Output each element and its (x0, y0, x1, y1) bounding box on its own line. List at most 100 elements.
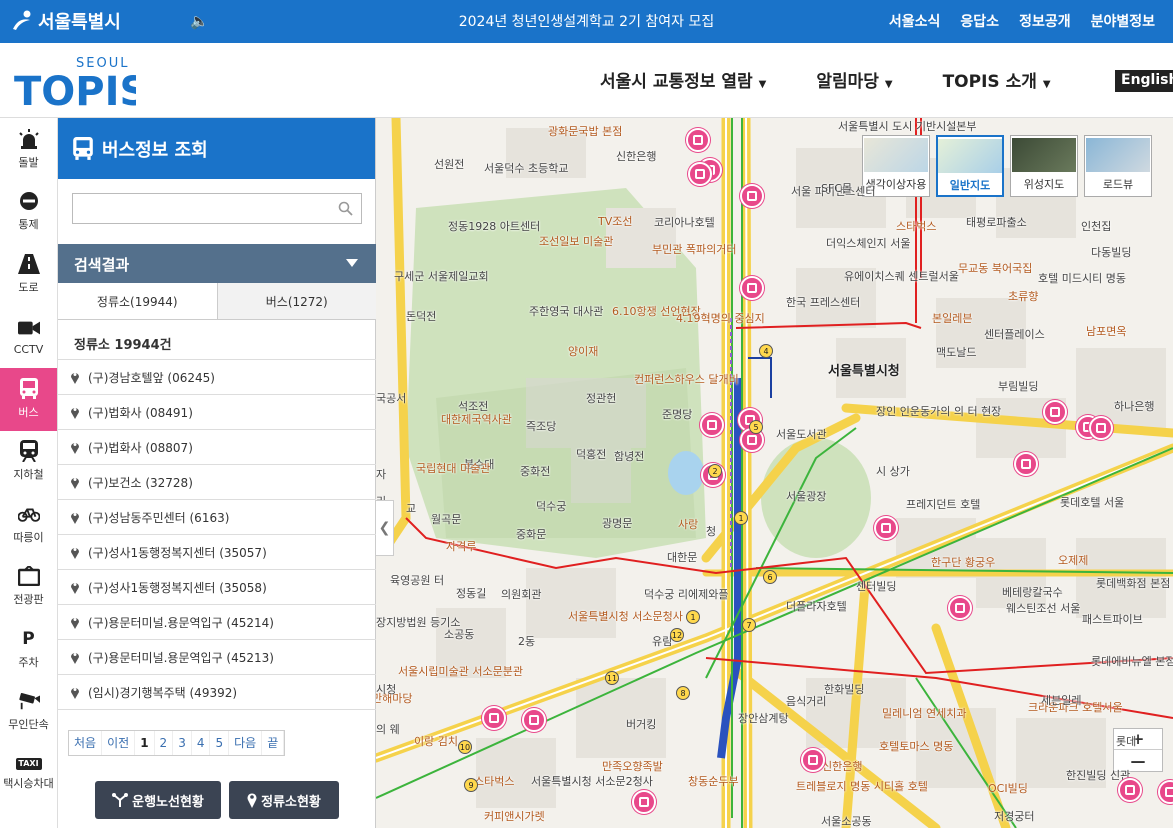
pager-item[interactable]: 1 (135, 731, 155, 755)
map-label[interactable]: 청 (706, 523, 716, 539)
map-label[interactable]: 트레블로지 명동 시티홀 호텔 (796, 778, 928, 794)
map-label[interactable]: 장지방법원 등기소 (376, 614, 460, 630)
map-label[interactable]: 중화문 (516, 526, 546, 542)
map-label[interactable]: 육영공원 터 (390, 572, 444, 588)
bus-stop-marker[interactable] (1043, 400, 1067, 424)
map-label[interactable]: 무교동 북어국집 (958, 260, 1032, 276)
map-label[interactable]: 서울특별시청 서소문2청사 (531, 773, 653, 789)
map-label[interactable]: 유에이치스퀘 센트럴서울 (844, 268, 959, 284)
map-label[interactable]: 호텔토마스 명동 (879, 738, 953, 754)
sidebar-item-bus[interactable]: 버스 (0, 368, 57, 431)
map-label[interactable]: 한구단 황궁우 (931, 554, 995, 570)
map-label[interactable]: 월곡문 (431, 511, 461, 527)
map-label[interactable]: 센터빌딩 (856, 578, 896, 594)
map-label[interactable]: 한국 프레스센터 (786, 294, 860, 310)
map-label[interactable]: 패스트파이브 (1082, 611, 1143, 627)
list-item[interactable]: (구)성남동주민센터 (6163) (58, 500, 376, 535)
map-label[interactable]: 밀레니엄 연세치과 (882, 705, 966, 721)
map-label[interactable]: 2동 (518, 633, 535, 649)
map-label[interactable]: 더익스체인지 서울 (826, 235, 910, 251)
sidebar-item-subway[interactable]: 지하철 (0, 431, 57, 494)
top-link-info-disclosure[interactable]: 정보공개 (1019, 11, 1071, 31)
map-label[interactable]: 장인 인운동가의 의 터 현장 (876, 403, 1001, 419)
map-label[interactable]: 스타벅스 (896, 218, 936, 234)
map-label[interactable]: 서울시립미술관 서소문분관 (398, 663, 523, 679)
pager-item[interactable]: 4 (192, 731, 211, 755)
sidebar-item-speed-camera[interactable]: 무인단속 (0, 681, 57, 744)
map-label[interactable]: 4.19혁명의 중심지 (676, 310, 765, 326)
map-label[interactable]: 하나은행 (1114, 398, 1154, 414)
map-label[interactable]: 자격루 (446, 538, 476, 554)
sidebar-item-bike[interactable]: 따릉이 (0, 493, 57, 556)
bus-stop-marker[interactable] (740, 276, 764, 300)
sidebar-item-control[interactable]: 통제 (0, 181, 57, 244)
top-link-response[interactable]: 응답소 (960, 11, 999, 31)
tab-buses[interactable]: 버스(1272) (217, 283, 376, 319)
map-label[interactable]: 신한은행 (822, 758, 862, 774)
map-label[interactable]: 신한은행 (616, 148, 656, 164)
map-label[interactable]: 프레지던트 호텔 (906, 496, 980, 512)
pager-item[interactable]: 2 (155, 731, 174, 755)
route-number-badge[interactable]: 2 (708, 464, 722, 478)
list-item[interactable]: (구)용문터미널.용문역입구 (45214) (58, 605, 376, 640)
map-label[interactable]: 롯데 (1116, 733, 1136, 749)
route-number-badge[interactable]: 6 (763, 570, 777, 584)
map-label[interactable]: 서울도서관 (776, 426, 827, 442)
map-label[interactable]: 부림빌딩 (998, 378, 1038, 394)
map-label[interactable]: 자 (376, 466, 386, 482)
nav-notice[interactable]: 알림마당 ▼ (816, 67, 892, 92)
map-label[interactable]: 즉조당 (526, 418, 556, 434)
map-label[interactable]: 롯데호텔 서울 (1060, 494, 1124, 510)
bus-stop-marker[interactable] (874, 516, 898, 540)
bus-stop-marker[interactable] (522, 708, 546, 732)
sidebar-item-taxi[interactable]: TAXI 택시승차대 (0, 743, 57, 806)
map-label[interactable]: 서울광장 (786, 488, 826, 504)
map-label[interactable]: 정동길 (456, 585, 486, 601)
map-label[interactable]: 시청 (376, 681, 396, 697)
list-item[interactable]: (구)성사1동행정복지센터 (35058) (58, 570, 376, 605)
map-label[interactable]: 커피앤시가렛 (484, 808, 545, 824)
map-label[interactable]: 스타벅스 (474, 773, 514, 789)
list-item[interactable]: (구)법화사 (08491) (58, 395, 376, 430)
map-label[interactable]: 교 (406, 500, 416, 516)
map-label[interactable]: TV조선 (598, 213, 632, 229)
map-label[interactable]: 롯데에비뉴엘 본점 (1091, 653, 1173, 669)
map-label[interactable]: 정관헌 (586, 390, 616, 406)
pager-item[interactable]: 3 (173, 731, 192, 755)
route-number-badge[interactable]: 7 (742, 618, 756, 632)
map-type-satellite[interactable]: 위성지도 (1010, 135, 1078, 197)
map-label[interactable]: 남포면옥 (1086, 323, 1126, 339)
bus-stop-marker[interactable] (686, 128, 710, 152)
list-item[interactable]: (구)성사1동행정복지센터 (35057) (58, 535, 376, 570)
top-link-news[interactable]: 서울소식 (889, 11, 941, 31)
map-label[interactable]: 덕수궁 (536, 498, 566, 514)
sidebar-item-signboard[interactable]: 전광판 (0, 556, 57, 619)
map-label[interactable]: 만족오향족발 (602, 758, 663, 774)
map-label[interactable]: 의 웨 (376, 721, 400, 737)
map-label[interactable]: 호텔 미드시티 명동 (1038, 270, 1126, 286)
speaker-icon[interactable]: 🔈 (190, 12, 209, 30)
map-label[interactable]: 함녕전 (614, 448, 644, 464)
route-number-badge[interactable]: 4 (759, 344, 773, 358)
map-label[interactable]: 다동빌딩 (1091, 244, 1131, 260)
map-label[interactable]: SFC몰 (821, 180, 852, 196)
map-label[interactable]: 롯데백화점 본점 (1096, 575, 1170, 591)
map-label[interactable]: 광화문국밥 본점 (548, 123, 622, 139)
topis-logo[interactable]: SEOUL TOPIS (14, 53, 136, 111)
map-label[interactable]: 창동순두부 (688, 773, 739, 789)
tab-stops[interactable]: 정류소(19944) (58, 283, 218, 319)
map-label[interactable]: 양이재 (568, 343, 598, 359)
map-label[interactable]: 광명문 (602, 515, 632, 531)
bus-stop-marker[interactable] (740, 184, 764, 208)
sidebar-item-incident[interactable]: 돌발 (0, 118, 57, 181)
map-label[interactable]: 버거킹 (626, 716, 656, 732)
route-number-badge[interactable]: 1 (734, 511, 748, 525)
map-label[interactable]: 저경궁터 (994, 808, 1034, 824)
map-label[interactable]: 국립현대 미술관 (416, 460, 490, 476)
bus-stop-marker[interactable] (948, 596, 972, 620)
sidebar-item-parking[interactable]: P 주차 (0, 618, 57, 681)
map-label[interactable]: 태평로파출소 (966, 214, 1027, 230)
seoul-city-logo[interactable]: 서울특별시 (10, 8, 121, 34)
notice-text[interactable]: 2024년 청년인생설계학교 2기 참여자 모집 (459, 14, 715, 30)
panel-collapse-handle[interactable]: ❮ (376, 500, 394, 556)
